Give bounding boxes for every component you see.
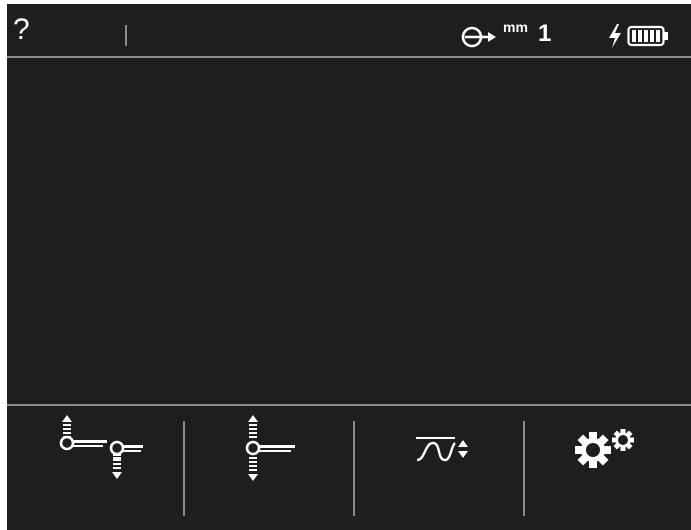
- softkey-bar: [7, 406, 691, 530]
- unit-label: mm: [503, 19, 528, 35]
- wave-adjust-icon: [416, 437, 468, 462]
- probe-softkey[interactable]: [185, 406, 355, 530]
- battery-full-icon: [627, 25, 668, 47]
- dual-probe-up-down-icon: [59, 415, 143, 459]
- status-separator: [125, 25, 127, 46]
- probe-up-down-icon: [245, 415, 295, 481]
- settings-gears-icon: [575, 429, 634, 468]
- main-display-area: [7, 58, 691, 404]
- dual-probe-softkey[interactable]: [7, 406, 177, 530]
- lightning-bolt-icon: [609, 24, 621, 48]
- resolution-value: 1: [538, 20, 552, 47]
- down-arrow-icon: [112, 459, 122, 479]
- help-button[interactable]: ?: [13, 10, 33, 50]
- settings-softkey[interactable]: [525, 406, 691, 530]
- filter-adjust-softkey[interactable]: [355, 406, 525, 530]
- device-screen: ? mm 1: [7, 4, 691, 530]
- status-bar: ? mm 1: [7, 4, 691, 56]
- probe-arrow-icon: [461, 26, 496, 48]
